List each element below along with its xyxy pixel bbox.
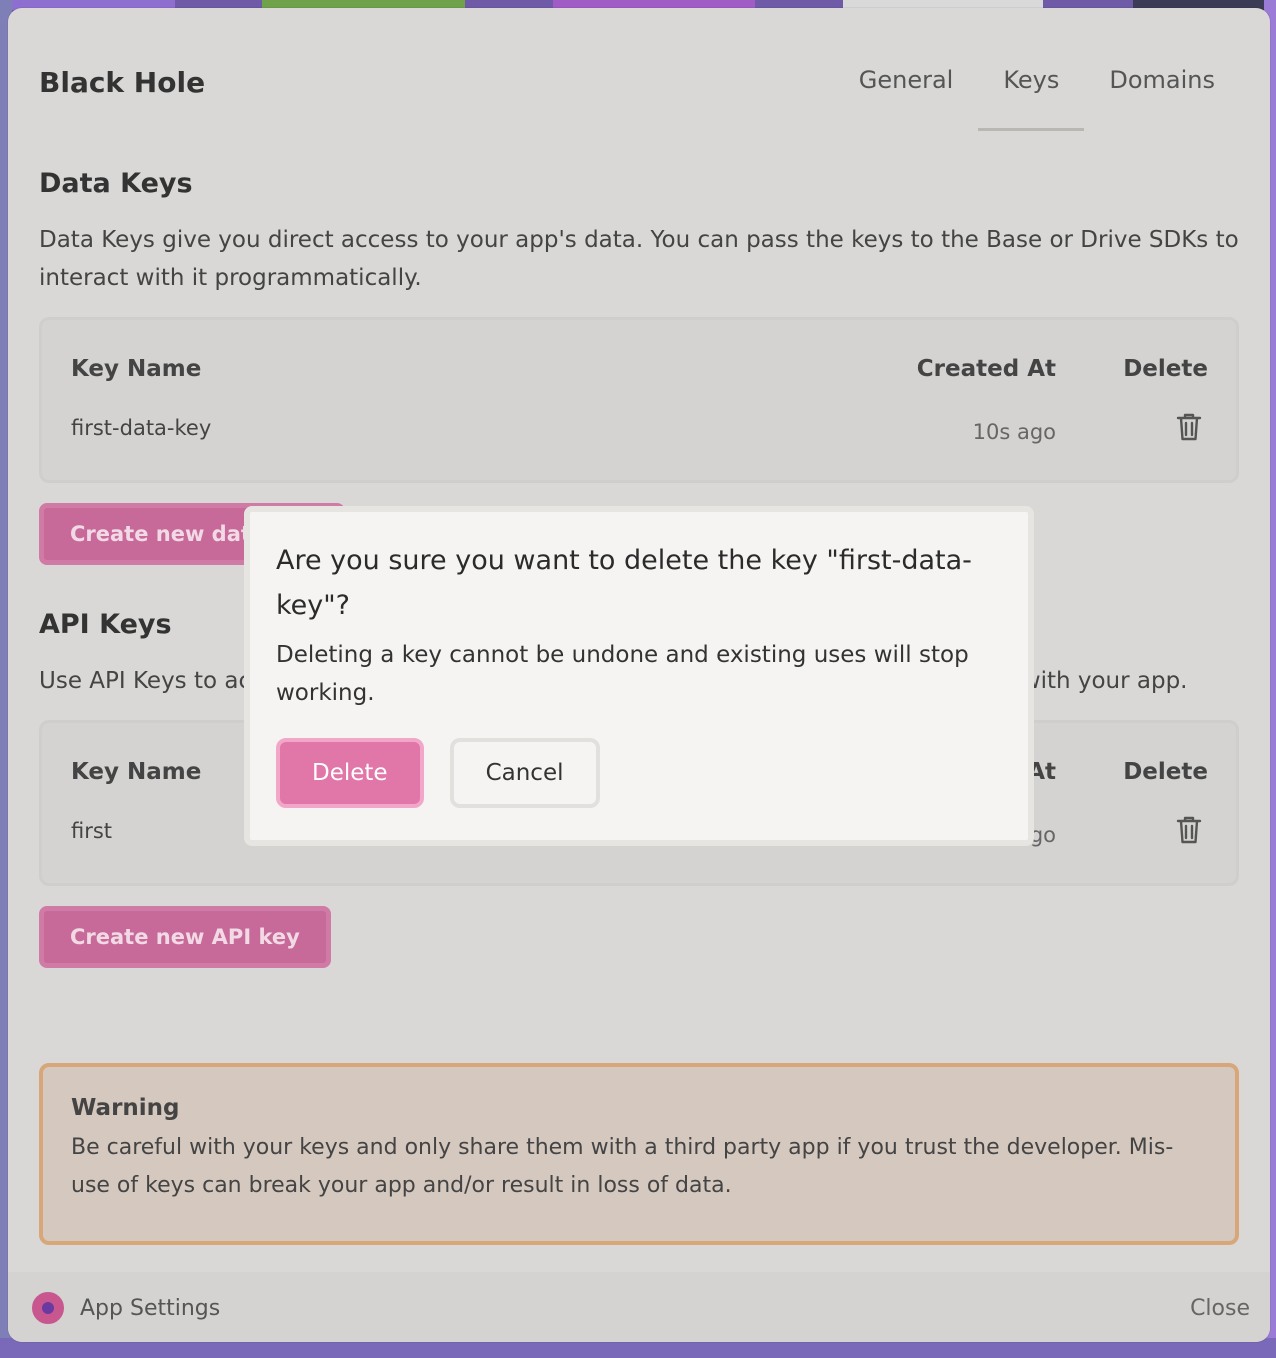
dialog-title: Are you sure you want to delete the key …: [276, 545, 972, 621]
key-name-cell: first-data-key: [71, 416, 212, 440]
delete-confirm-dialog: Are you sure you want to delete the key …: [244, 506, 1034, 846]
app-logo-icon: [32, 1292, 64, 1324]
created-at-cell: 10s ago: [972, 420, 1056, 444]
tab-bar: General Keys Domains: [834, 50, 1240, 131]
close-button[interactable]: Close: [1190, 1296, 1250, 1321]
column-header-key-name: Key Name: [71, 356, 202, 382]
window-footer: App Settings Close: [8, 1272, 1270, 1342]
column-header-delete: Delete: [1123, 759, 1208, 785]
warning-text: Be careful with your keys and only share…: [71, 1135, 1174, 1198]
data-keys-title: Data Keys: [39, 168, 193, 199]
tab-keys[interactable]: Keys: [978, 50, 1085, 131]
tab-domains[interactable]: Domains: [1084, 50, 1240, 131]
cancel-button[interactable]: Cancel: [449, 738, 600, 808]
data-keys-table: Key Name Created At Delete first-data-ke…: [39, 317, 1239, 483]
data-keys-description: Data Keys give you direct access to your…: [39, 227, 1239, 291]
dialog-message: Deleting a key cannot be undone and exis…: [276, 642, 969, 706]
create-api-key-button[interactable]: Create new API key: [39, 906, 331, 968]
trash-icon[interactable]: [1176, 412, 1202, 442]
column-header-key-name: Key Name: [71, 759, 202, 785]
trash-icon[interactable]: [1176, 815, 1202, 845]
tab-general[interactable]: General: [834, 50, 979, 131]
column-header-delete: Delete: [1123, 356, 1208, 382]
key-name-cell: first: [71, 819, 113, 843]
confirm-delete-button[interactable]: Delete: [276, 738, 424, 808]
footer-label: App Settings: [80, 1296, 221, 1321]
warning-box: Warning Be careful with your keys and on…: [39, 1063, 1239, 1245]
window-header: Black Hole General Keys Domains: [8, 8, 1270, 138]
warning-title: Warning: [71, 1095, 180, 1121]
app-title: Black Hole: [39, 66, 206, 99]
dialog-actions: Delete Cancel: [276, 738, 1002, 808]
column-header-created-at: Created At: [916, 356, 1056, 382]
